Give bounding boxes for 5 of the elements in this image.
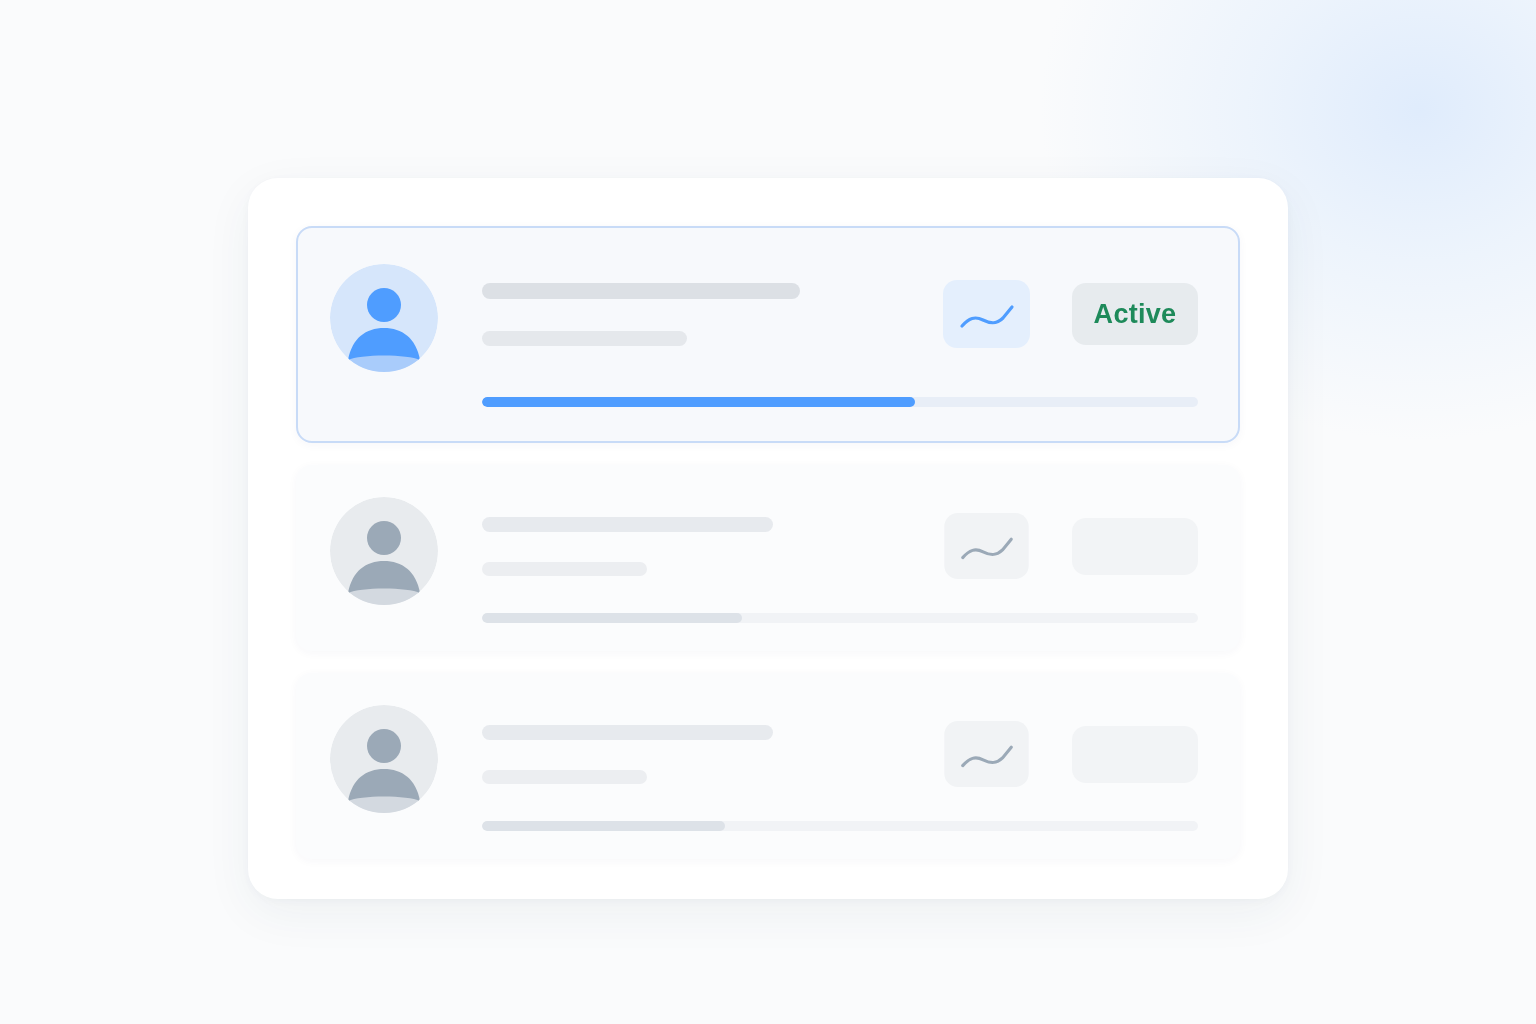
list-card[interactable]: Active xyxy=(296,226,1240,443)
avatar-icon xyxy=(330,705,438,813)
status-badge: Active xyxy=(1072,283,1198,345)
avatar-icon xyxy=(330,497,438,605)
avatar-icon xyxy=(330,264,438,372)
